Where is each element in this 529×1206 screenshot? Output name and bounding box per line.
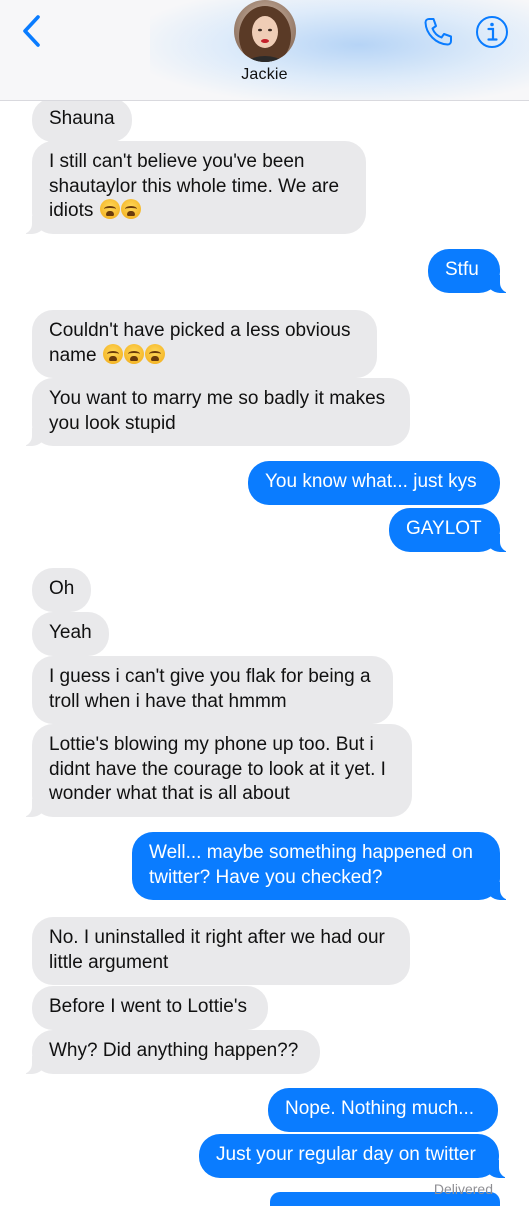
loudly-crying-face-icon — [144, 343, 165, 364]
message-text: I still can't believe you've been shauta… — [49, 151, 340, 221]
message-text: I guess i can't give you flak for being … — [49, 666, 371, 712]
message-bubble-incoming[interactable]: Yeah — [32, 612, 109, 656]
message-text: You know what... just kys — [265, 471, 477, 492]
avatar[interactable] — [234, 0, 296, 62]
message-text: Stfu — [445, 259, 479, 280]
message-bubble-outgoing[interactable]: GAYLOT — [389, 508, 510, 552]
message-bubble-incoming[interactable]: Lottie's blowing my phone up too. But i … — [22, 724, 412, 817]
delivered-status: Delivered — [433, 1181, 493, 1197]
message-bubble-incoming[interactable]: You want to marry me so badly it makes y… — [22, 378, 410, 446]
contact-name[interactable]: Jackie — [0, 66, 529, 84]
message-bubble-incoming[interactable]: Shauna — [32, 98, 132, 142]
message-bubble-incoming[interactable]: Why? Did anything happen?? — [22, 1030, 320, 1074]
message-bubble-incoming[interactable]: Oh — [32, 568, 91, 612]
message-text: Yeah — [49, 622, 92, 643]
message-text: Oh — [49, 578, 75, 599]
message-bubble-incoming[interactable]: Couldn't have picked a less obvious name — [32, 310, 377, 378]
message-bubble-outgoing[interactable]: Just your regular day on twitter — [199, 1134, 509, 1178]
message-bubble-incoming[interactable]: No. I uninstalled it right after we had … — [32, 917, 410, 985]
message-thread: Shauna I still can't believe you've been… — [0, 0, 529, 1206]
chevron-left-icon — [23, 15, 40, 47]
message-text: Just your regular day on twitter — [216, 1144, 476, 1165]
message-text: Shauna — [49, 108, 115, 129]
loudly-crying-face-icon — [120, 199, 141, 219]
message-text: Why? Did anything happen?? — [49, 1040, 299, 1061]
message-bubble-incoming[interactable]: I still can't believe you've been shauta… — [22, 141, 366, 234]
message-bubble-outgoing[interactable]: Nope. Nothing much... — [268, 1088, 498, 1132]
phone-icon — [424, 18, 452, 46]
info-button[interactable] — [472, 12, 512, 52]
loudly-crying-face-icon — [99, 199, 120, 219]
message-bubble-outgoing[interactable]: Stfu — [428, 249, 510, 293]
message-text: You want to marry me so badly it makes y… — [49, 388, 386, 434]
info-icon — [476, 16, 508, 48]
message-text: Before I went to Lottie's — [49, 996, 247, 1017]
message-bubble-outgoing[interactable]: Well... maybe something happened on twit… — [132, 832, 510, 900]
loudly-crying-face-icon — [123, 343, 144, 364]
phone-button[interactable] — [418, 12, 458, 52]
message-bubble-incoming[interactable]: Before I went to Lottie's — [32, 986, 268, 1030]
message-text: Well... maybe something happened on twit… — [149, 842, 473, 888]
conversation-header: Jackie — [0, 0, 529, 101]
avatar-image — [234, 0, 296, 62]
message-text: Lottie's blowing my phone up too. But i … — [49, 734, 386, 804]
message-text: GAYLOT — [406, 518, 482, 539]
loudly-crying-face-icon — [102, 343, 123, 364]
message-text: Couldn't have picked a less obvious name — [49, 320, 351, 366]
message-bubble-incoming[interactable]: I guess i can't give you flak for being … — [32, 656, 393, 724]
back-button[interactable] — [14, 12, 48, 50]
message-text: No. I uninstalled it right after we had … — [49, 927, 385, 973]
message-bubble-outgoing[interactable]: You know what... just kys — [248, 461, 500, 505]
message-text: Nope. Nothing much... — [285, 1098, 475, 1119]
